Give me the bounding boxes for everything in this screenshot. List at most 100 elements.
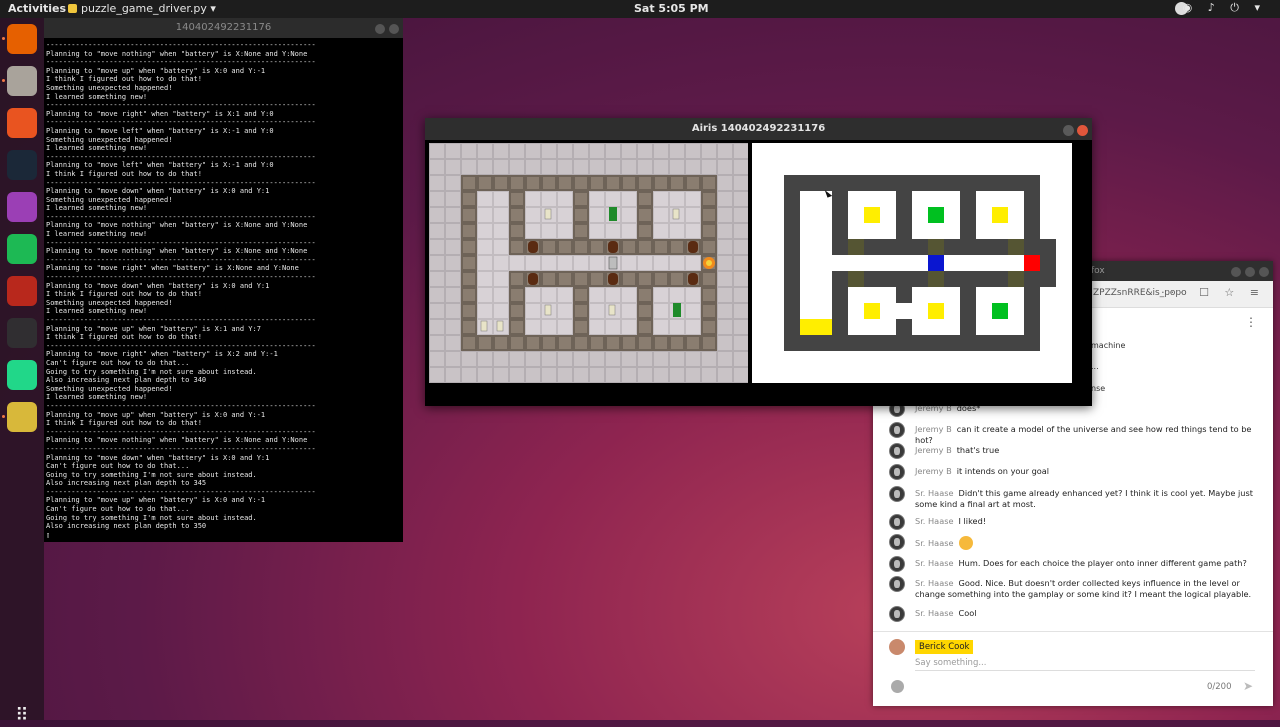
running-indicator: [2, 415, 5, 418]
terminal-line: I think I figured out how to do that!: [46, 75, 202, 84]
terminal-line: Planning to "move up" when "battery" is …: [46, 324, 261, 333]
terminal-line: ----------------------------------------…: [46, 118, 316, 127]
screenshot-icon[interactable]: [7, 192, 37, 222]
message-author: Sr. Haase: [915, 488, 954, 498]
key-icon: [608, 304, 616, 316]
terminal-line: ----------------------------------------…: [46, 101, 316, 110]
terminal-line: Going to try something I'm not sure abou…: [46, 513, 257, 522]
terminal-line: ----------------------------------------…: [46, 58, 316, 67]
terminal-line: ----------------------------------------…: [46, 212, 316, 221]
message-body: Sr. Haase Didn't this game already enhanc…: [915, 488, 1255, 510]
firefox-icon[interactable]: [7, 24, 37, 54]
xterm-icon[interactable]: [7, 276, 37, 306]
minimize-icon[interactable]: [375, 24, 385, 34]
close-icon[interactable]: [1259, 267, 1269, 277]
browser-toolbar-icons[interactable]: ··· ☐ ☆ ≡: [1161, 286, 1265, 299]
message-text: I liked!: [958, 516, 987, 526]
model-key: [864, 207, 880, 223]
obs-icon[interactable]: [7, 318, 37, 348]
terminal-line: ▯: [46, 530, 51, 539]
terminal-window[interactable]: 140402492231176 ------------------------…: [44, 18, 403, 542]
message-body: Sr. Haase I liked!: [915, 516, 1255, 527]
terminal-line: Planning to "move down" when "battery" i…: [46, 281, 270, 290]
activities-button[interactable]: Activities: [8, 2, 66, 15]
message-author: Sr. Haase: [915, 537, 954, 548]
emoji-icon[interactable]: [891, 680, 904, 693]
close-icon[interactable]: [1077, 125, 1088, 136]
maximize-icon[interactable]: [1245, 267, 1255, 277]
message-author: Jeremy B: [915, 466, 952, 476]
door-icon: [688, 241, 698, 253]
message-body: Jeremy Bcan it create a model of the uni…: [915, 424, 1255, 446]
software-icon[interactable]: [7, 108, 37, 138]
char-counter: 0/200: [1207, 682, 1232, 692]
message-text: it intends on your goal: [956, 466, 1050, 476]
message-author: Sr. Haase: [915, 558, 954, 568]
model-door: [848, 239, 864, 255]
message-body: Sr. Haase Cool: [915, 608, 1255, 619]
terminal-line: I think I figured out how to do that!: [46, 333, 202, 342]
model-door: [848, 271, 864, 287]
model-battery: [928, 207, 944, 223]
system-tray[interactable]: ◉ ♪ ⏻ ▾: [1183, 1, 1266, 15]
terminal-titlebar[interactable]: 140402492231176: [44, 18, 403, 38]
message-text: can it create a model of the universe an…: [915, 424, 1252, 445]
door-icon: [608, 241, 618, 253]
terminal-line: Planning to "move left" when "battery" i…: [46, 126, 274, 135]
airis-window[interactable]: Airis 140402492231176: [425, 118, 1092, 406]
clock[interactable]: Sat 5:05 PM: [634, 2, 709, 15]
minimize-icon[interactable]: [1063, 125, 1074, 136]
terminal-line: ----------------------------------------…: [46, 444, 316, 453]
terminal-line: Something unexpected happened!: [46, 135, 173, 144]
partial-message-text: ...: [1091, 362, 1099, 371]
message-text: Didn't this game already enhanced yet? I…: [915, 488, 1253, 509]
terminal-line: Can't figure out how to do that...: [46, 358, 190, 367]
terminal-line: I think I figured out how to do that!: [46, 290, 202, 299]
close-icon[interactable]: [389, 24, 399, 34]
airis-titlebar[interactable]: Airis 140402492231176: [425, 118, 1092, 140]
send-icon[interactable]: ➤: [1243, 679, 1253, 693]
files-icon[interactable]: [7, 66, 37, 96]
python-app-icon: [68, 4, 77, 13]
terminal-line: Planning to "move up" when "battery" is …: [46, 410, 266, 419]
minimize-icon[interactable]: [1231, 267, 1241, 277]
terminal-line: Also increasing next plan depth to 340: [46, 376, 207, 385]
terminal-line: ----------------------------------------…: [46, 255, 316, 264]
spotify-icon[interactable]: [7, 234, 37, 264]
avatar: [889, 464, 905, 480]
input-underline: [915, 670, 1255, 671]
model-floor: [896, 303, 912, 319]
steam-icon[interactable]: [7, 150, 37, 180]
terminal-line: ----------------------------------------…: [46, 41, 316, 49]
terminal-output: ----------------------------------------…: [44, 38, 403, 539]
chat-input[interactable]: Say something...: [915, 658, 986, 668]
app-menu-label: puzzle_game_driver.py ▾: [81, 2, 216, 15]
model-robot: [928, 255, 944, 271]
avatar: [889, 534, 905, 550]
maze-wall: [637, 287, 653, 335]
terminal-line: Something unexpected happened!: [46, 384, 173, 393]
battery-icon: [609, 207, 617, 221]
partial-message-text: machine: [1091, 341, 1126, 350]
emoji-icon: [958, 536, 973, 550]
message-body: Jeremy B it intends on your goal: [915, 466, 1255, 477]
terminal-line: ----------------------------------------…: [46, 316, 316, 324]
terminal-line: Planning to "move up" when "battery" is …: [46, 496, 266, 505]
message-author: Jeremy B: [915, 445, 952, 455]
python-icon[interactable]: [7, 402, 37, 432]
app-menu[interactable]: puzzle_game_driver.py ▾: [68, 2, 216, 15]
battery-icon: [673, 303, 681, 317]
model-door: [928, 239, 944, 255]
fire-core: [706, 260, 712, 266]
avatar: [889, 443, 905, 459]
message-author: Sr. Haase: [915, 578, 954, 588]
more-options-icon[interactable]: ⋮: [1245, 315, 1257, 329]
message-text: Hum. Does for each choice the player ont…: [958, 558, 1247, 568]
show-applications-icon[interactable]: ⠿: [11, 705, 33, 727]
terminal-line: Can't figure out how to do that...: [46, 505, 190, 514]
game-view: [429, 143, 748, 383]
pycharm-icon[interactable]: [7, 360, 37, 390]
door-icon: [608, 273, 618, 285]
top-panel: Activities puzzle_game_driver.py ▾ Sat 5…: [0, 0, 1280, 18]
terminal-line: Can't figure out how to do that...: [46, 462, 190, 471]
